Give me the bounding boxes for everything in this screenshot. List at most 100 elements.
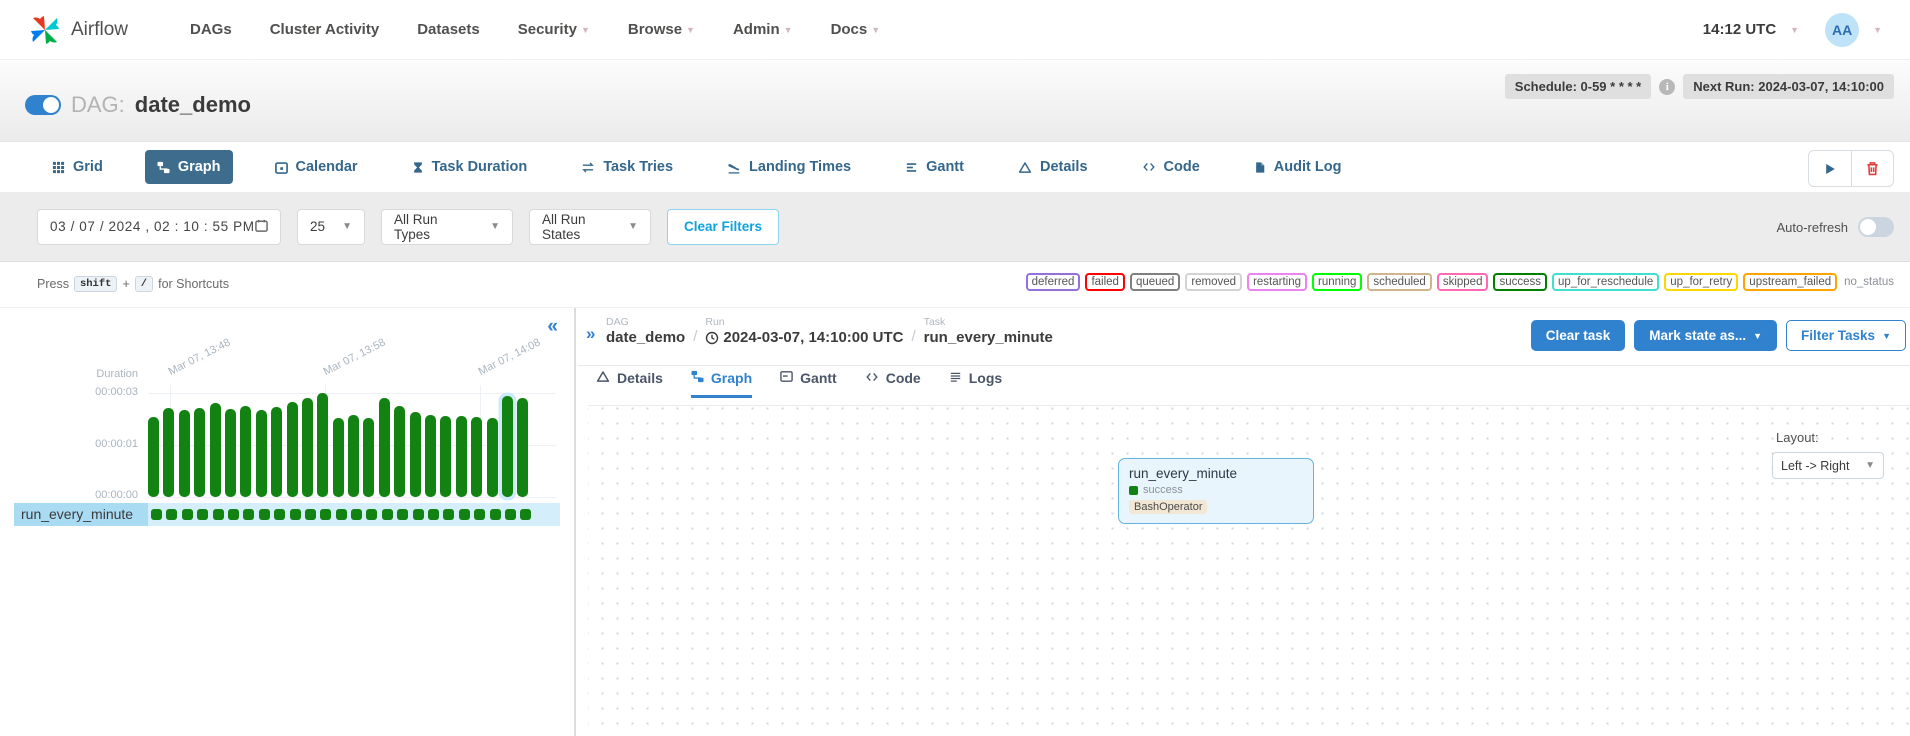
clock-dropdown[interactable]: 14:12 UTC — [1703, 21, 1776, 38]
clear-filters-button[interactable]: Clear Filters — [667, 209, 779, 245]
nav-item-cluster-activity[interactable]: Cluster Activity — [270, 21, 379, 38]
detail-tab-graph[interactable]: Graph — [691, 370, 752, 398]
run-bar[interactable] — [425, 415, 436, 497]
run-bar[interactable] — [363, 418, 374, 497]
breadcrumb-dag-value[interactable]: date_demo — [606, 329, 685, 346]
run-bar[interactable] — [179, 410, 190, 497]
run-bar[interactable] — [256, 410, 267, 497]
airflow-brand[interactable]: Airflow — [28, 13, 128, 47]
task-instance-square[interactable] — [228, 509, 239, 520]
trigger-dag-button[interactable] — [1809, 151, 1851, 186]
avatar[interactable]: AA — [1825, 13, 1859, 47]
task-instance-square[interactable] — [413, 509, 424, 520]
run-bar[interactable] — [148, 417, 159, 497]
run-types-select[interactable]: All Run Types ▼ — [381, 209, 513, 245]
run-bar[interactable] — [348, 415, 359, 497]
run-bar[interactable] — [287, 402, 298, 497]
task-instance-square[interactable] — [243, 509, 254, 520]
task-instance-square[interactable] — [474, 509, 485, 520]
run-bar[interactable] — [317, 393, 328, 497]
task-instance-square[interactable] — [336, 509, 347, 520]
task-node-run-every-minute[interactable]: run_every_minute success BashOperator — [1118, 458, 1314, 524]
page-size-select[interactable]: 25 ▼ — [297, 209, 365, 245]
task-instance-square[interactable] — [274, 509, 285, 520]
tab-details[interactable]: Details — [1006, 150, 1100, 184]
detail-tab-code[interactable]: Code — [865, 370, 921, 398]
run-bar[interactable] — [302, 398, 313, 497]
tab-calendar[interactable]: Calendar — [263, 150, 370, 184]
run-bar[interactable] — [456, 416, 467, 497]
run-bar[interactable] — [394, 406, 405, 497]
task-instance-square[interactable] — [166, 509, 177, 520]
run-bar[interactable] — [333, 418, 344, 497]
run-bar[interactable] — [410, 412, 421, 497]
detail-tab-gantt[interactable]: Gantt — [780, 370, 837, 398]
breadcrumb-task-value[interactable]: run_every_minute — [924, 329, 1053, 346]
task-instance-square[interactable] — [443, 509, 454, 520]
run-bar[interactable] — [471, 417, 482, 497]
tab-code[interactable]: Code — [1130, 150, 1212, 184]
run-bar[interactable] — [487, 418, 498, 497]
tab-task-tries[interactable]: Task Tries — [569, 150, 685, 184]
run-bar[interactable] — [194, 408, 205, 497]
run-bar[interactable] — [271, 407, 282, 497]
task-instance-square[interactable] — [428, 509, 439, 520]
task-instance-square[interactable] — [305, 509, 316, 520]
tab-audit-log[interactable]: Audit Log — [1242, 150, 1354, 184]
task-name-cell[interactable]: run_every_minute — [14, 503, 148, 526]
auto-refresh-toggle[interactable] — [1858, 217, 1894, 237]
task-instance-square[interactable] — [197, 509, 208, 520]
task-instance-square[interactable] — [490, 509, 501, 520]
task-instance-square[interactable] — [397, 509, 408, 520]
run-states-select[interactable]: All Run States ▼ — [529, 209, 651, 245]
task-instance-square[interactable] — [290, 509, 301, 520]
clear-task-button[interactable]: Clear task — [1531, 320, 1626, 351]
tab-gantt[interactable]: Gantt — [893, 150, 976, 184]
task-instance-square[interactable] — [213, 509, 224, 520]
nav-item-security[interactable]: Security▼ — [518, 21, 590, 38]
task-instance-square[interactable] — [259, 509, 270, 520]
nav-item-browse[interactable]: Browse▼ — [628, 21, 695, 38]
task-instance-square[interactable] — [320, 509, 331, 520]
task-instance-square[interactable] — [520, 509, 531, 520]
mark-state-button[interactable]: Mark state as... ▼ — [1634, 320, 1777, 351]
base-date-input[interactable]: 03 / 07 / 2024 , 02 : 10 : 55 PM — [37, 209, 281, 245]
task-instance-square[interactable] — [382, 509, 393, 520]
tab-graph[interactable]: Graph — [145, 150, 233, 184]
task-instance-square[interactable] — [459, 509, 470, 520]
run-bar[interactable] — [517, 398, 528, 497]
run-bar[interactable] — [225, 409, 236, 497]
task-instance-square[interactable] — [505, 509, 516, 520]
detail-tab-details[interactable]: Details — [596, 370, 663, 398]
nav-item-dags[interactable]: DAGs — [190, 21, 232, 38]
file-icon — [1254, 161, 1266, 174]
nav-item-docs[interactable]: Docs▼ — [831, 21, 881, 38]
collapse-panel-icon[interactable]: « — [547, 316, 558, 338]
run-bar[interactable] — [379, 398, 390, 497]
run-bar[interactable] — [163, 408, 174, 497]
nav-item-admin[interactable]: Admin▼ — [733, 21, 793, 38]
task-instance-square[interactable] — [366, 509, 377, 520]
breadcrumb-run-value[interactable]: 2024-03-07, 14:10:00 UTC — [705, 329, 903, 346]
tab-label: Details — [617, 370, 663, 386]
delete-dag-button[interactable] — [1851, 151, 1893, 186]
filter-tasks-button[interactable]: Filter Tasks ▼ — [1786, 320, 1906, 351]
tab-label: Calendar — [296, 159, 358, 175]
task-instance-square[interactable] — [151, 509, 162, 520]
expand-panel-icon[interactable]: » — [586, 324, 595, 344]
run-bar[interactable] — [440, 416, 451, 497]
graph-canvas[interactable]: run_every_minute success BashOperator La… — [588, 406, 1910, 736]
task-instance-square[interactable] — [182, 509, 193, 520]
task-instance-square[interactable] — [351, 509, 362, 520]
nav-item-datasets[interactable]: Datasets — [417, 21, 480, 38]
tab-grid[interactable]: Grid — [40, 150, 115, 184]
detail-tab-logs[interactable]: Logs — [949, 370, 1002, 398]
layout-select[interactable]: Left -> Right ▼ — [1772, 452, 1884, 479]
info-icon[interactable]: i — [1659, 79, 1675, 95]
dag-pause-toggle[interactable] — [25, 95, 61, 115]
run-bar[interactable] — [240, 406, 251, 497]
tab-landing-times[interactable]: Landing Times — [715, 150, 863, 184]
run-bar[interactable] — [210, 403, 221, 497]
tab-task-duration[interactable]: Task Duration — [400, 150, 540, 184]
run-bar[interactable] — [502, 396, 513, 497]
